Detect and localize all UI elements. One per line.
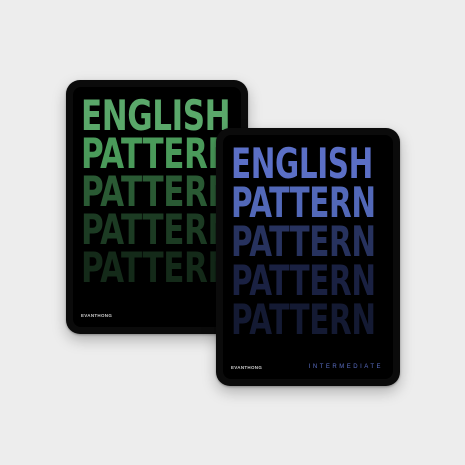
- publisher-brand: EVANTHONG: [81, 313, 113, 318]
- title-pattern-faded: PATTERN: [231, 295, 376, 344]
- book-cover-blue: ENGLISH PATTERN PATTERN PATTERN PATTERN …: [223, 135, 393, 379]
- title-pattern-faded: PATTERN: [81, 243, 234, 292]
- publisher-brand: EVANTHONG: [231, 365, 263, 370]
- level-label: INTERMEDIATE: [308, 364, 383, 370]
- tablet-blue: ENGLISH PATTERN PATTERN PATTERN PATTERN …: [216, 128, 400, 386]
